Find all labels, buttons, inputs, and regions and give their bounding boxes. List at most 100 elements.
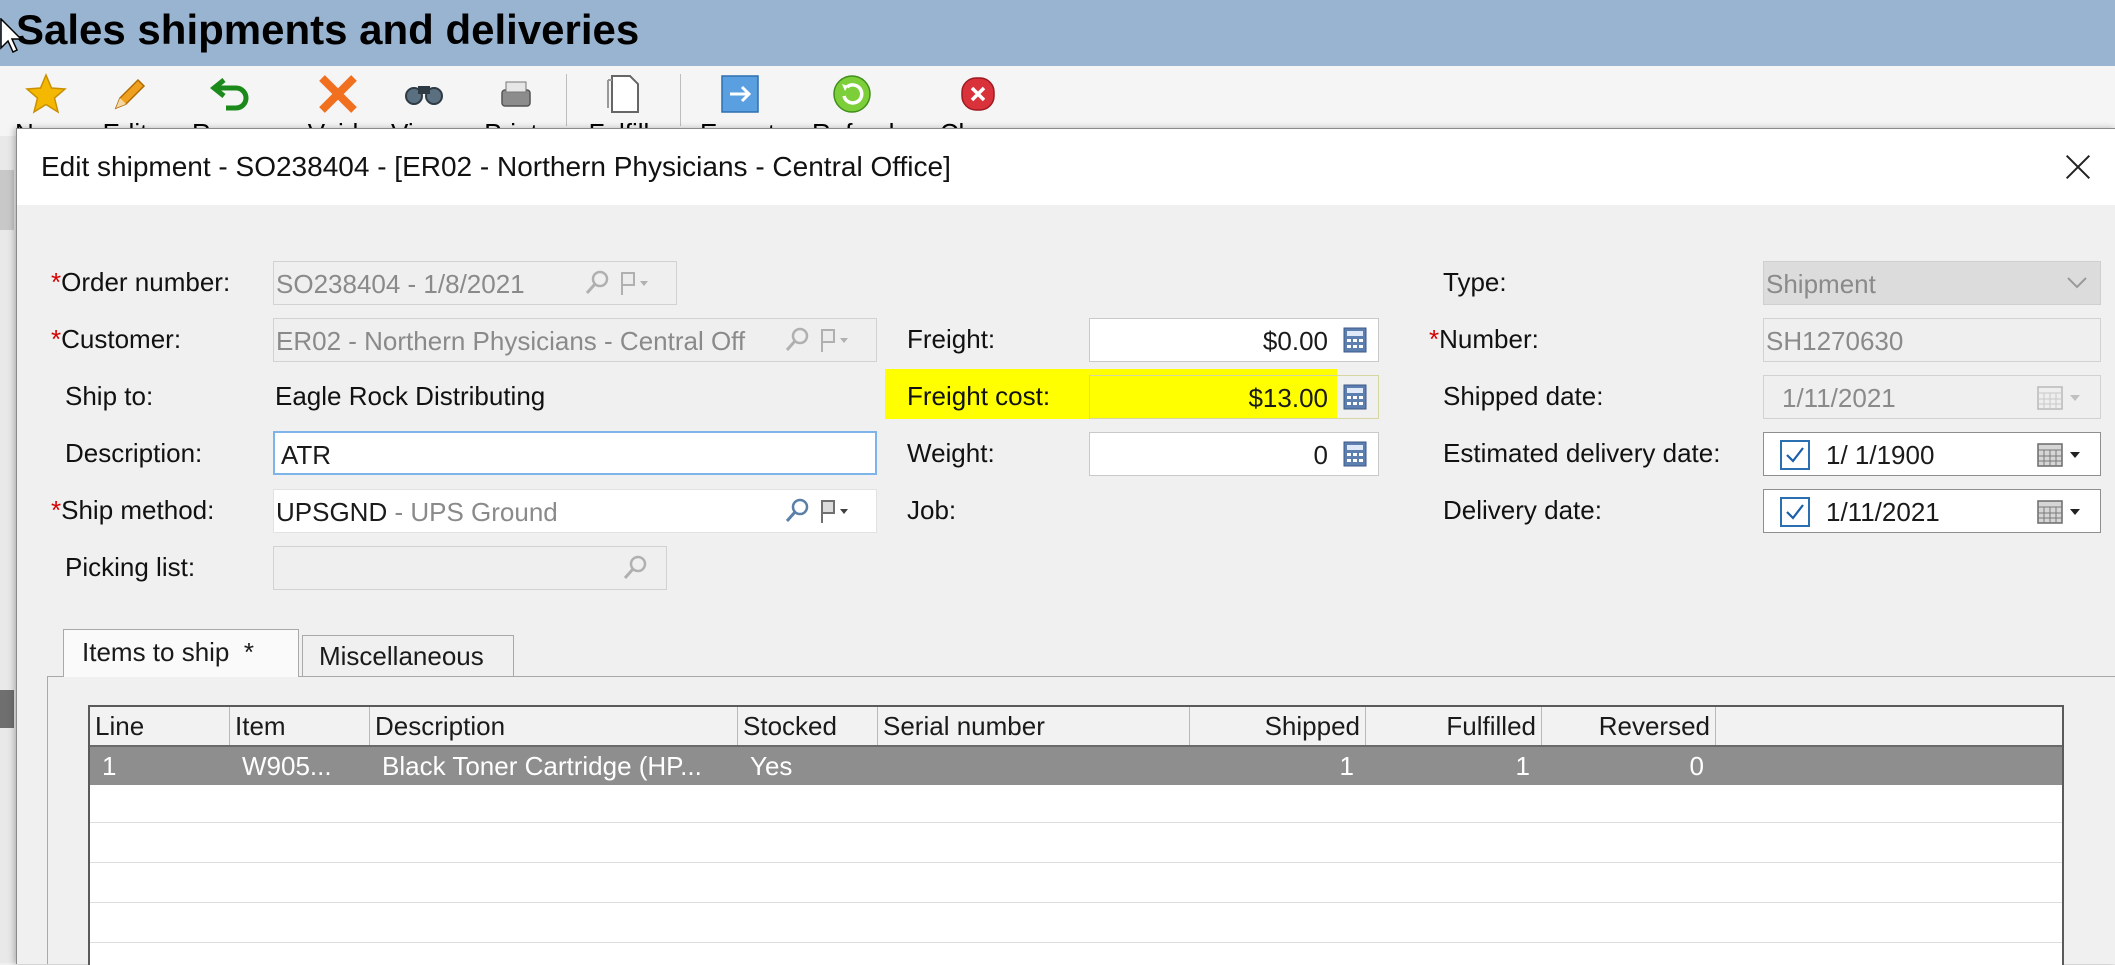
calendar-dropdown-icon[interactable] (2036, 498, 2086, 526)
ship-to-label: Ship to: (65, 381, 154, 411)
star-icon (25, 73, 67, 114)
tab-miscellaneous[interactable]: Miscellaneous (302, 635, 514, 677)
column-header-shipped[interactable]: Shipped (1190, 707, 1366, 745)
empty-row (90, 785, 2062, 823)
background-element (0, 690, 14, 728)
customer-field[interactable]: ER02 - Northern Physicians - Central Off (273, 318, 877, 362)
binoculars-icon (405, 86, 443, 105)
magnifier-icon[interactable] (782, 496, 812, 526)
weight-label: Weight: (907, 438, 995, 468)
calendar-dropdown-icon[interactable] (2036, 384, 2086, 412)
delivery-date-checkbox[interactable] (1780, 497, 1810, 527)
column-header-reversed[interactable]: Reversed (1542, 707, 1716, 745)
view-button[interactable]: View (384, 66, 454, 148)
column-header-serial-number[interactable]: Serial number (878, 707, 1190, 745)
column-header-line[interactable]: Line (90, 707, 230, 745)
cell-line: 1 (102, 751, 117, 781)
toolbar-separator (680, 74, 681, 126)
customer-name: - Northern Physicians - Central Off (341, 326, 746, 356)
refresh-icon (833, 75, 871, 113)
main-toolbar: New Edit Reverse Void View Print Fulfill… (0, 66, 2115, 148)
background-element (0, 170, 14, 230)
freight-input[interactable]: $0.00 (1089, 318, 1379, 362)
calculator-icon[interactable] (1342, 441, 1368, 467)
items-grid: Line Item Description Stocked Serial num… (88, 705, 2064, 965)
estimated-delivery-field[interactable]: 1/ 1/1900 (1763, 432, 2101, 476)
empty-row (90, 865, 2062, 903)
export-icon (721, 75, 759, 113)
cell-item: W905... (242, 751, 332, 781)
column-header-fulfilled[interactable]: Fulfilled (1366, 707, 1542, 745)
fulfill-button[interactable]: Fulfill (584, 66, 654, 148)
magnifier-icon[interactable] (620, 553, 650, 583)
type-label: Type: (1443, 267, 1507, 297)
picking-list-field[interactable] (273, 546, 667, 590)
freight-cost-label: Freight cost: (907, 381, 1051, 411)
estimated-delivery-checkbox[interactable] (1780, 440, 1810, 470)
column-header-stocked[interactable]: Stocked (738, 707, 878, 745)
calculator-icon[interactable] (1342, 384, 1368, 410)
ship-method-field[interactable]: UPSGND - UPS Ground (273, 489, 877, 533)
flag-dropdown-icon[interactable] (814, 325, 854, 355)
reverse-button[interactable]: Reverse (192, 66, 289, 148)
document-icon (607, 75, 639, 113)
void-x-icon (319, 75, 357, 113)
weight-input[interactable]: 0 (1089, 432, 1379, 476)
flag-dropdown-icon[interactable] (814, 496, 854, 526)
empty-row (90, 905, 2062, 943)
estimated-delivery-label: Estimated delivery date: (1443, 438, 1721, 468)
export-button[interactable]: Export (700, 66, 775, 148)
items-to-ship-panel: Line Item Description Stocked Serial num… (47, 676, 2115, 965)
main-window-title: Sales shipments and deliveries (16, 6, 640, 53)
mouse-cursor-icon (0, 18, 22, 54)
grid-header: Line Item Description Stocked Serial num… (90, 707, 2062, 747)
calculator-icon[interactable] (1342, 327, 1368, 353)
cell-shipped: 1 (1339, 751, 1354, 781)
calendar-dropdown-icon[interactable] (2036, 441, 2086, 469)
magnifier-icon[interactable] (782, 325, 812, 355)
edit-button[interactable]: Edit (90, 66, 160, 148)
freight-label: Freight: (907, 324, 996, 354)
tab-items-to-ship[interactable]: Items to ship * (63, 629, 299, 677)
refresh-button[interactable]: Refresh (812, 66, 903, 148)
print-button[interactable]: Print (476, 66, 546, 148)
number-label: *Number: (1429, 324, 1539, 354)
dialog-title: Edit shipment - SO238404 - [ER02 - North… (41, 151, 951, 182)
printer-icon (501, 81, 531, 107)
delivery-date-field[interactable]: 1/11/2021 (1763, 489, 2101, 533)
ship-method-code: UPSGND (276, 497, 388, 527)
order-number-field[interactable]: SO238404 - 1/8/2021 (273, 261, 677, 305)
empty-row (90, 825, 2062, 863)
shipped-date-field[interactable]: 1/11/2021 (1763, 375, 2101, 419)
column-header-item[interactable]: Item (230, 707, 370, 745)
edit-shipment-dialog: Edit shipment - SO238404 - [ER02 - North… (16, 128, 2115, 965)
close-button[interactable]: Close (938, 66, 1008, 148)
column-header-description[interactable]: Description (370, 707, 738, 745)
dialog-title-bar: Edit shipment - SO238404 - [ER02 - North… (17, 129, 2115, 205)
type-select[interactable]: Shipment (1763, 261, 2101, 305)
customer-label: *Customer: (51, 324, 182, 354)
chevron-down-icon (2067, 277, 2087, 289)
cell-stocked: Yes (750, 751, 793, 781)
description-label: Description: (65, 438, 203, 468)
magnifier-icon[interactable] (582, 268, 612, 298)
cell-fulfilled: 1 (1515, 751, 1530, 781)
toolbar-separator (566, 74, 567, 126)
ship-method-name: - UPS Ground (387, 497, 558, 527)
pencil-icon (114, 78, 146, 110)
close-red-icon (961, 77, 995, 111)
flag-dropdown-icon[interactable] (614, 268, 654, 298)
void-button[interactable]: Void (298, 66, 368, 148)
new-button[interactable]: New (6, 66, 76, 148)
number-field[interactable]: SH1270630 (1763, 318, 2101, 362)
background-grid-edge (0, 136, 16, 963)
picking-list-label: Picking list: (65, 552, 196, 582)
freight-cost-input[interactable]: $13.00 (1089, 375, 1379, 419)
table-row[interactable]: 1 W905... Black Toner Cartridge (HP... Y… (90, 747, 2062, 785)
dialog-close-icon[interactable] (2060, 149, 2096, 185)
undo-icon (210, 78, 249, 111)
ship-to-value: Eagle Rock Distributing (275, 381, 546, 411)
description-input[interactable]: ATR (273, 431, 877, 475)
order-number-label: *Order number: (51, 267, 231, 297)
checkmark-icon (1786, 447, 1804, 463)
